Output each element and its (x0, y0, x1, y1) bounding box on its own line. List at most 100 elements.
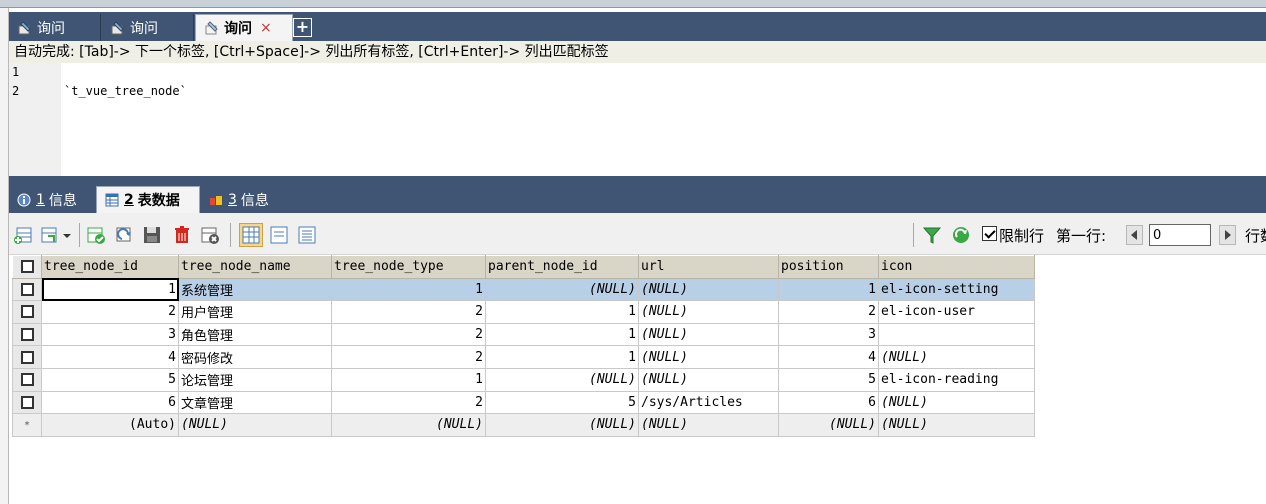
cell[interactable]: (NULL) (638, 367, 779, 392)
cell[interactable]: 密码修改 (178, 345, 332, 369)
column-header[interactable]: url (638, 255, 779, 279)
checkbox-box[interactable] (20, 350, 34, 364)
cell[interactable]: 1 (485, 300, 639, 324)
next-page-button[interactable] (1219, 225, 1236, 245)
cell[interactable]: (NULL) (485, 367, 639, 392)
cell[interactable]: el-icon-setting (878, 277, 1035, 302)
checkbox-box[interactable] (20, 395, 34, 409)
cell[interactable]: (NULL) (485, 413, 639, 437)
limit-rows-checkbox[interactable] (982, 226, 997, 241)
code-line[interactable]: `t_vue_tree_node` (64, 84, 187, 98)
cell[interactable]: (NULL) (638, 277, 779, 302)
table-row[interactable]: 3 角色管理 2 1 (NULL) 3 (12, 322, 1035, 347)
table-row[interactable]: 5 论坛管理 1 (NULL) (NULL) 5 el-icon-reading (12, 367, 1035, 392)
cell[interactable]: 1 (485, 322, 639, 347)
cell[interactable]: 5 (41, 367, 179, 392)
row-checkbox[interactable] (12, 322, 42, 347)
cell[interactable]: (NULL) (878, 413, 1035, 437)
cell[interactable]: 1 (41, 277, 179, 302)
row-checkbox[interactable] (12, 367, 42, 392)
cell[interactable]: 3 (778, 322, 879, 347)
delete-icon[interactable] (172, 225, 192, 245)
query-tab-2[interactable]: 询问 (102, 14, 194, 41)
result-tab-table-data[interactable]: 2 表数据 (96, 186, 200, 213)
close-tab-icon[interactable]: × (260, 20, 272, 36)
row-checkbox[interactable] (12, 390, 42, 415)
save-icon[interactable] (142, 225, 162, 245)
cell[interactable]: el-icon-user (878, 300, 1035, 324)
query-tab-3-active[interactable]: 询问 × (195, 14, 293, 41)
cell[interactable]: (NULL) (638, 322, 779, 347)
cell[interactable]: 5 (778, 367, 879, 392)
result-tab-info-3[interactable]: 3 信息 (201, 186, 287, 213)
cell[interactable]: (NULL) (638, 413, 779, 437)
cell[interactable]: 文章管理 (178, 390, 332, 415)
cell[interactable]: (NULL) (878, 390, 1035, 415)
cell[interactable]: 1 (331, 277, 486, 302)
duplicate-row-icon[interactable] (39, 225, 59, 245)
cell[interactable]: 4 (778, 345, 879, 369)
cell[interactable]: (NULL) (778, 413, 879, 437)
insert-row-icon[interactable] (13, 225, 33, 245)
cell[interactable]: 6 (778, 390, 879, 415)
checkbox-box[interactable] (20, 260, 34, 274)
filter-icon[interactable] (922, 225, 942, 245)
checkbox-box[interactable] (20, 373, 34, 387)
cell[interactable]: (NULL) (331, 413, 486, 437)
cell[interactable]: 系统管理 (178, 277, 332, 302)
checkbox-box[interactable] (20, 305, 34, 319)
cell[interactable]: 1 (485, 345, 639, 369)
checkbox-box[interactable] (20, 282, 34, 296)
pane-splitter[interactable] (9, 176, 1266, 183)
cell[interactable]: 用户管理 (178, 300, 332, 324)
cell[interactable]: (NULL) (638, 345, 779, 369)
save-changes-icon[interactable] (86, 225, 106, 245)
cell[interactable]: (Auto) (41, 413, 179, 437)
result-tab-info-1[interactable]: 1 信息 (9, 186, 95, 213)
first-row-input[interactable] (1149, 224, 1211, 246)
grid-view-icon[interactable] (239, 223, 263, 247)
column-header[interactable]: icon (878, 255, 1035, 279)
cell[interactable]: 5 (485, 390, 639, 415)
table-row[interactable]: 4 密码修改 2 1 (NULL) 4 (NULL) (12, 345, 1035, 369)
checkbox-box[interactable] (20, 328, 34, 342)
discard-changes-icon[interactable] (200, 225, 220, 245)
previous-page-button[interactable] (1126, 225, 1143, 245)
row-checkbox[interactable] (12, 300, 42, 324)
column-header[interactable]: tree_node_id (41, 255, 179, 279)
cell[interactable]: 2 (778, 300, 879, 324)
add-tab-button[interactable]: + (293, 18, 312, 37)
cell[interactable] (878, 322, 1035, 347)
cell[interactable]: (NULL) (485, 277, 639, 302)
select-all-checkbox[interactable] (12, 255, 42, 279)
table-row[interactable]: 1 系统管理 1 (NULL) (NULL) 1 el-icon-setting (12, 277, 1035, 302)
cell[interactable]: 2 (41, 300, 179, 324)
table-row[interactable]: 6 文章管理 2 5 /sys/Articles 6 (NULL) (12, 390, 1035, 415)
cell[interactable]: 1 (778, 277, 879, 302)
cell[interactable]: 2 (331, 345, 486, 369)
cell[interactable]: el-icon-reading (878, 367, 1035, 392)
cell[interactable]: 6 (41, 390, 179, 415)
cell[interactable]: 1 (331, 367, 486, 392)
cell[interactable]: (NULL) (638, 300, 779, 324)
row-checkbox[interactable] (12, 345, 42, 369)
column-header[interactable]: tree_node_name (178, 255, 332, 279)
refresh-icon[interactable] (951, 225, 971, 245)
column-header[interactable]: parent_node_id (485, 255, 639, 279)
cell[interactable]: 4 (41, 345, 179, 369)
cell[interactable]: 2 (331, 300, 486, 324)
new-row[interactable]: * (Auto) (NULL) (NULL) (NULL) (NULL) (NU… (12, 413, 1035, 437)
sql-editor[interactable]: 1 2 `t_vue_tree_node` (9, 63, 1266, 176)
query-tab-1[interactable]: 询问 (9, 14, 101, 41)
form-view-icon[interactable] (269, 225, 289, 245)
cell[interactable]: 3 (41, 322, 179, 347)
cell[interactable]: 2 (331, 322, 486, 347)
cell[interactable]: /sys/Articles (638, 390, 779, 415)
cell[interactable]: 2 (331, 390, 486, 415)
cell[interactable]: (NULL) (878, 345, 1035, 369)
refresh-data-icon[interactable] (114, 225, 134, 245)
cell[interactable]: 角色管理 (178, 322, 332, 347)
column-header[interactable]: position (778, 255, 879, 279)
cell[interactable]: (NULL) (178, 413, 332, 437)
table-row[interactable]: 2 用户管理 2 1 (NULL) 2 el-icon-user (12, 300, 1035, 324)
